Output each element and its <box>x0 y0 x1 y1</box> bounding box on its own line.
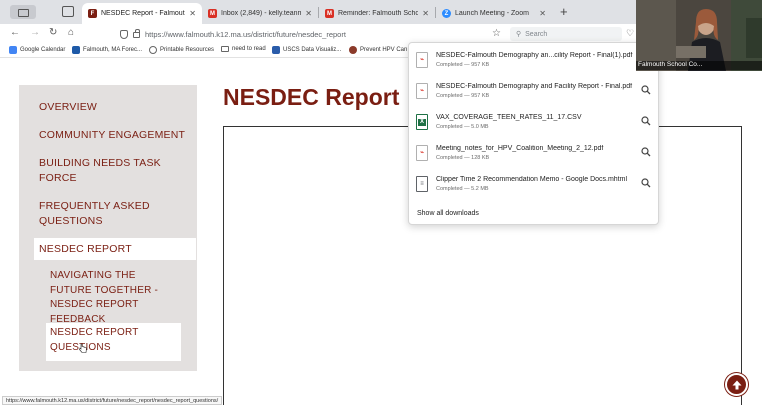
tab-title: NESDEC Report - Falmouth Pub <box>101 10 185 17</box>
tab-reminder[interactable]: M Reminder: Falmouth School Com ✕ <box>319 3 435 24</box>
pdf-file-icon: ⌁ <box>416 83 428 99</box>
tab-inbox[interactable]: M Inbox (2,849) - kelly.teanmsurr ✕ <box>202 3 318 24</box>
spreadsheet-file-icon: X <box>416 114 428 130</box>
download-filename: Clipper Time 2 Recommendation Memo - Goo… <box>436 176 628 183</box>
status-bar-url: https://www.falmouth.k12.ma.us/district/… <box>2 396 223 405</box>
pdf-file-icon: ⌁ <box>416 145 428 161</box>
weather-icon <box>72 46 80 54</box>
home-icon[interactable]: ⌂ <box>68 27 74 38</box>
close-icon[interactable]: ✕ <box>422 9 429 18</box>
falmouth-favicon-icon: F <box>88 9 97 18</box>
url-text[interactable]: https://www.falmouth.k12.ma.us/district/… <box>145 30 346 39</box>
nav-toolbar: ← → ↻ ⌂ https://www.falmouth.k12.ma.us/d… <box>0 24 636 44</box>
data-icon <box>272 46 280 54</box>
download-status: Completed — 5.2 MB <box>436 186 489 192</box>
sidebar-subitem-report-questions[interactable]: NESDEC REPORT QUESTIONS <box>46 323 181 361</box>
tab-title: Inbox (2,849) - kelly.teanmsurr <box>221 10 302 17</box>
bookmark-printable-resources[interactable]: Printable Resources <box>149 46 214 54</box>
close-icon[interactable]: ✕ <box>189 9 196 18</box>
sidebar-item-nesdec-report[interactable]: NESDEC REPORT <box>34 238 196 260</box>
pdf-file-icon: ⌁ <box>416 52 428 68</box>
close-icon[interactable]: ✕ <box>539 9 546 18</box>
hpv-icon <box>349 46 357 54</box>
gmail-favicon-icon: M <box>325 9 334 18</box>
sidebar-item-community-engagement[interactable]: COMMUNITY ENGAGEMENT <box>39 128 189 143</box>
hand-cursor-icon <box>79 343 87 353</box>
download-item[interactable]: ⌁ NESDEC-Falmouth Demography an...cility… <box>409 49 660 79</box>
shield-icon[interactable] <box>120 29 128 39</box>
tab-nesdec-report[interactable]: F NESDEC Report - Falmouth Pub ✕ <box>82 3 202 24</box>
show-all-downloads-link[interactable]: Show all downloads <box>417 210 479 217</box>
scroll-to-top-button[interactable] <box>725 373 748 396</box>
magnifier-icon[interactable] <box>641 178 651 188</box>
tab-bar: F NESDEC Report - Falmouth Pub ✕ M Inbox… <box>0 0 636 24</box>
downloads-panel: ⌁ NESDEC-Falmouth Demography an...cility… <box>408 42 659 225</box>
bookmark-need-to-read[interactable]: need to read <box>221 46 266 52</box>
pocket-icon[interactable]: ♡ <box>626 28 634 39</box>
back-icon[interactable]: ← <box>10 27 20 38</box>
download-filename: Meeting_notes_for_HPV_Coalition_Meeting_… <box>436 145 604 152</box>
bookmark-prevent-hpv[interactable]: Prevent HPV Can <box>349 46 407 54</box>
close-icon[interactable]: ✕ <box>305 9 312 18</box>
gmail-favicon-icon: M <box>208 9 217 18</box>
bookmark-falmouth-forecast[interactable]: Falmouth, MA Forec... <box>72 46 142 54</box>
download-item[interactable]: X VAX_COVERAGE_TEEN_RATES_11_17.CSV Comp… <box>409 111 660 141</box>
sidebar-item-faq[interactable]: FREQUENTLY ASKED QUESTIONS <box>39 199 159 229</box>
bookmark-label: USCS Data Visualiz... <box>283 47 342 53</box>
download-filename: NESDEC-Falmouth Demography an...cility R… <box>436 52 633 59</box>
magnifier-icon[interactable] <box>641 116 651 126</box>
arrow-up-icon <box>732 380 741 389</box>
tab-zoom[interactable]: Z Launch Meeting - Zoom ✕ <box>436 3 552 24</box>
sidebar-item-overview[interactable]: OVERVIEW <box>39 100 189 115</box>
tab-title: Launch Meeting - Zoom <box>455 10 529 17</box>
bookmark-star-icon[interactable]: ☆ <box>492 28 501 39</box>
section-sidebar: OVERVIEW COMMUNITY ENGAGEMENT BUILDING N… <box>19 85 197 371</box>
lock-icon[interactable] <box>133 29 140 38</box>
reload-icon[interactable]: ↻ <box>49 27 57 38</box>
forward-icon[interactable]: → <box>30 27 40 38</box>
download-status: Completed — 957 KB <box>436 93 490 99</box>
download-status: Completed — 5.0 MB <box>436 124 489 130</box>
zoom-favicon-icon: Z <box>442 9 451 18</box>
search-icon: ⚲ <box>516 31 522 38</box>
download-status: Completed — 957 KB <box>436 62 490 68</box>
web-archive-file-icon: ≡ <box>416 176 428 192</box>
sidebar-toggle-icon[interactable] <box>10 5 36 19</box>
download-filename: VAX_COVERAGE_TEEN_RATES_11_17.CSV <box>436 114 582 121</box>
download-item[interactable]: ⌁ NESDEC-Falmouth Demography and Facilit… <box>409 80 660 110</box>
download-item[interactable]: ⌁ Meeting_notes_for_HPV_Coalition_Meetin… <box>409 142 660 172</box>
tab-title: Reminder: Falmouth School Com <box>338 10 419 17</box>
calendar-icon <box>9 46 17 54</box>
magnifier-icon[interactable] <box>641 147 651 157</box>
url-bar[interactable]: https://www.falmouth.k12.ma.us/district/… <box>120 27 500 41</box>
bookmark-google-calendar[interactable]: Google Calendar <box>9 46 65 54</box>
screen: F NESDEC Report - Falmouth Pub ✕ M Inbox… <box>0 0 762 405</box>
folder-icon <box>221 46 229 52</box>
magnifier-icon[interactable] <box>641 85 651 95</box>
sidebar-subitem-report-feedback[interactable]: NAVIGATING THE FUTURE TOGETHER - NESDEC … <box>50 269 180 327</box>
download-item[interactable]: ≡ Clipper Time 2 Recommendation Memo - G… <box>409 173 660 203</box>
page-title: NESDEC Report <box>223 84 400 110</box>
bookmark-label: Google Calendar <box>20 47 66 53</box>
video-participant-tile[interactable]: Falmouth School Co... <box>636 0 762 71</box>
search-input[interactable]: ⚲ Search <box>510 27 622 41</box>
tab-overview-icon[interactable] <box>62 6 74 17</box>
bookmark-label: Falmouth, MA Forec... <box>83 47 143 53</box>
new-tab-icon[interactable]: + <box>560 4 568 19</box>
bookmark-label: need to read <box>232 46 266 52</box>
sidebar-item-building-needs[interactable]: BUILDING NEEDS TASK FORCE <box>39 156 169 186</box>
bookmark-uscs-data[interactable]: USCS Data Visualiz... <box>272 46 341 54</box>
download-status: Completed — 128 KB <box>436 155 490 161</box>
download-filename: NESDEC-Falmouth Demography and Facility … <box>436 83 633 90</box>
bookmark-label: Printable Resources <box>160 47 215 53</box>
participant-name-label: Falmouth School Co... <box>636 61 762 70</box>
bookmark-label: Prevent HPV Can <box>360 47 408 53</box>
resources-icon <box>149 46 157 54</box>
search-placeholder: Search <box>525 30 548 38</box>
